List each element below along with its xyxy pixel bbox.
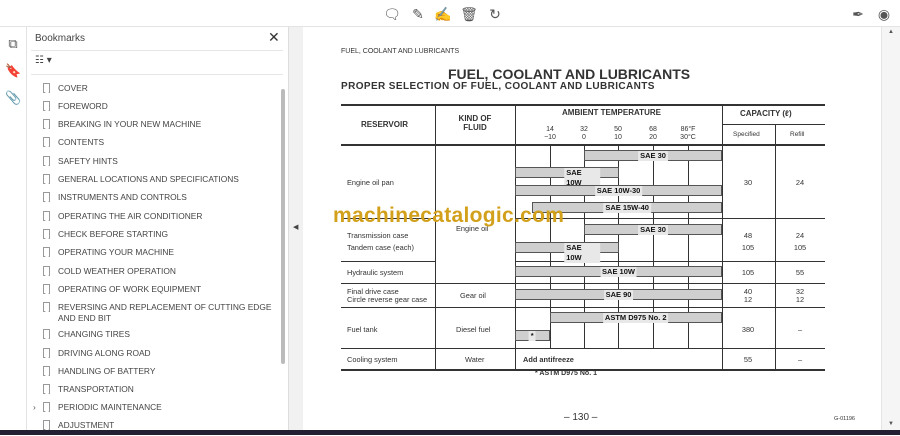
table-rule [435,104,436,369]
header-specified: Specified [733,131,760,138]
capacity-specified: 30 [743,178,753,187]
table-rule [722,348,825,349]
temperature-bar: SAE 30 [584,224,722,235]
bar-label: SAE 15W-40 [603,203,651,213]
reservoir-name: Fuel tank [347,325,378,334]
bar-label: SAE 30 [638,151,668,161]
watermark: machinecatalogic.com [333,204,565,227]
tick-c: −10 [544,134,556,141]
reservoir-name: Hydraulic system [347,268,404,277]
table-rule [775,124,776,369]
capacity-refill: 24 [795,178,805,187]
temperature-bar: SAE 30 [584,150,722,161]
reservoir-name: Engine oil pan [347,178,394,187]
bar-label: SAE 10W [564,243,600,263]
taskbar [0,430,900,435]
fluid-water: Water [465,355,485,364]
running-head: FUEL, COOLANT AND LUBRICANTS [341,48,460,55]
table-rule [722,261,825,262]
table-rule [515,348,722,349]
temperature-bar: * [515,330,550,341]
fluid-gear-oil: Gear oil [460,291,486,300]
antifreeze-note: Add antifreeze [523,355,574,364]
tick-c: 30°C [680,134,696,141]
bar-label: SAE 10W-30 [594,186,643,196]
reservoir-name: Circle reverse gear case [347,295,428,304]
capacity-refill: 24 [795,231,805,240]
bar-label: SAE 30 [638,225,668,235]
table-rule [722,283,825,284]
table-rule [722,307,825,308]
document-scrollbar[interactable]: ▲ ▼ [881,27,900,430]
scroll-down-icon[interactable]: ▼ [888,421,894,427]
bar-label: SAE 10W [600,267,637,277]
reservoir-name: Tandem case (each) [347,243,414,252]
capacity-refill: 105 [793,243,807,252]
capacity-specified: 380 [741,325,755,334]
header-fluid: KIND OF FLUID [458,114,492,132]
header-refill: Refill [790,131,805,138]
table-rule [722,124,825,125]
capacity-refill: – [797,355,803,364]
temperature-bar: SAE 10W-30 [515,185,722,196]
temperature-bar: SAE 10W [515,266,722,277]
capacity-refill: 55 [795,268,805,277]
figure-code: G-01196 [834,416,855,422]
header-ambient: AMBIENT TEMPERATURE [562,108,661,117]
table-rule [722,218,825,219]
capacity-specified: 12 [743,295,753,304]
footnote: * ASTM D975 No. 1 [535,370,597,377]
reservoir-name: Cooling system [347,355,398,364]
tick-c: 10 [614,134,622,141]
temperature-bar: SAE 10W [515,242,619,263]
capacity-specified: 48 [743,231,753,240]
capacity-refill: – [797,325,803,334]
table-rule [435,283,515,284]
table-rule [341,144,825,146]
table-rule [341,261,435,262]
tick-c: 0 [582,134,586,141]
header-capacity: CAPACITY (ℓ) [740,109,792,118]
capacity-specified: 105 [741,268,755,277]
reservoir-name: Transmission case [347,231,409,240]
table-rule [341,104,825,106]
page-number: – 130 – [564,412,598,423]
scroll-up-icon[interactable]: ▲ [888,29,894,35]
fluid-diesel: Diesel fuel [456,325,491,334]
capacity-specified: 105 [741,243,755,252]
tick-f: 68 [649,126,657,133]
tick-f: 50 [614,126,622,133]
page-subtitle: PROPER SELECTION OF FUEL, COOLANT AND LU… [341,81,655,92]
temperature-bar: SAE 90 [515,289,722,300]
temperature-bar: SAE 10W [515,167,619,188]
bar-label: * [528,331,536,341]
page-title: FUEL, COOLANT AND LUBRICANTS [448,66,691,82]
tick-f: 86°F [680,126,696,133]
capacity-refill: 12 [795,295,805,304]
bar-label: ASTM D975 No. 2 [602,313,669,323]
document-page: FUEL, COOLANT AND LUBRICANTS FUEL, COOLA… [303,27,881,430]
tick-f: 32 [580,126,588,133]
capacity-specified: 55 [743,355,753,364]
header-reservoir: RESERVOIR [361,120,408,129]
tick-f: 14 [546,126,554,133]
tick-c: 20 [649,134,657,141]
temperature-bar: ASTM D975 No. 2 [549,312,722,323]
bar-label: SAE 90 [603,290,634,300]
table-rule [722,104,723,369]
